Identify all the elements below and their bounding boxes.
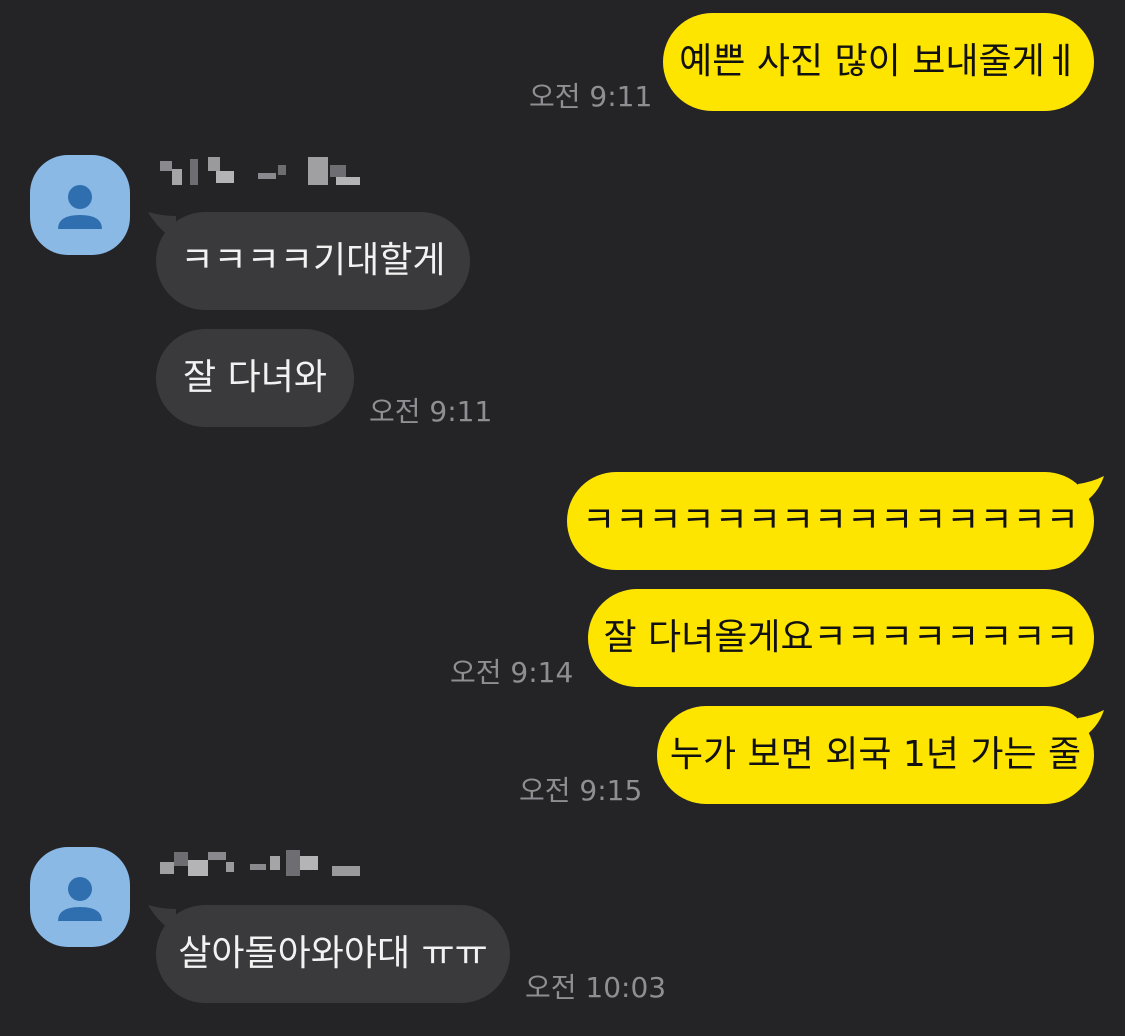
sender-name-redacted [160,850,360,876]
message-timestamp: 오전 9:11 [529,80,653,113]
message-text: 잘 다녀올게요ㅋㅋㅋㅋㅋㅋㅋㅋ [603,617,1079,658]
avatar[interactable] [30,155,130,255]
their-message-bubble[interactable]: ㅋㅋㅋㅋ기대할게 [156,212,470,310]
message-text: ㅋㅋㅋㅋㅋㅋㅋㅋㅋㅋㅋㅋㅋㅋㅋ [582,500,1079,541]
person-icon [58,877,102,921]
their-message-bubble[interactable]: 살아돌아와야대 ㅠㅠ [156,905,510,1003]
my-message-bubble[interactable]: ㅋㅋㅋㅋㅋㅋㅋㅋㅋㅋㅋㅋㅋㅋㅋ [567,472,1094,570]
bubble-tail [1078,710,1104,738]
my-message-bubble[interactable]: 잘 다녀올게요ㅋㅋㅋㅋㅋㅋㅋㅋ [588,589,1094,687]
person-icon [58,185,102,229]
their-message-bubble[interactable]: 잘 다녀와 [156,329,354,427]
message-text: ㅋㅋㅋㅋ기대할게 [180,240,446,281]
avatar[interactable] [30,847,130,947]
message-text: 누가 보면 외국 1년 가는 줄 [669,734,1082,775]
bubble-tail [1078,476,1104,504]
message-text: 살아돌아와야대 ㅠㅠ [178,933,488,974]
message-timestamp: 오전 9:15 [519,774,643,807]
my-message-bubble[interactable]: 누가 보면 외국 1년 가는 줄 [657,706,1094,804]
message-text: 잘 다녀와 [183,357,327,398]
message-timestamp: 오전 9:11 [369,395,493,428]
sender-name-redacted [160,157,360,185]
message-timestamp: 오전 9:14 [450,656,574,689]
message-timestamp: 오전 10:03 [525,971,667,1004]
message-text: 예쁜 사진 많이 보내줄게ㅔ [679,41,1078,82]
my-message-bubble[interactable]: 예쁜 사진 많이 보내줄게ㅔ [663,13,1094,111]
